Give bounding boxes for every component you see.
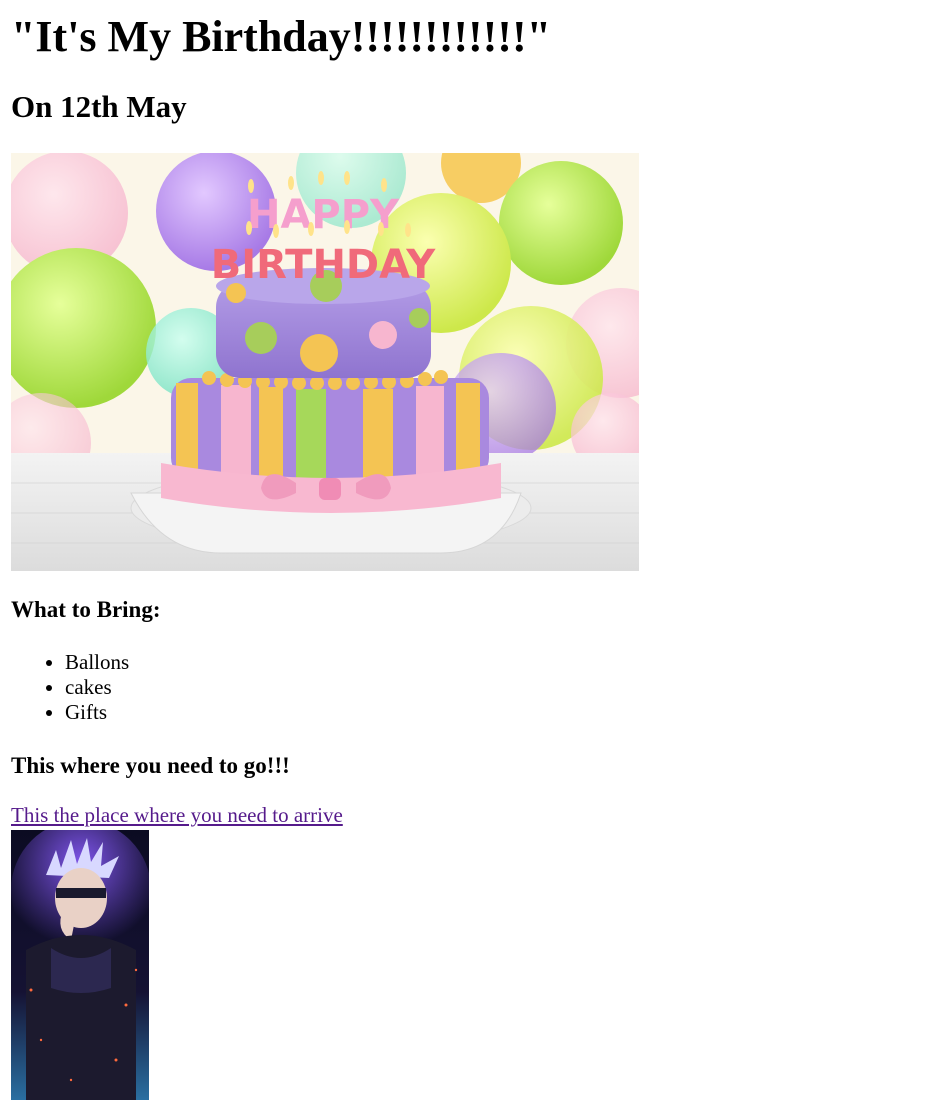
page-title: "It's My Birthday!!!!!!!!!!!!" [11,12,552,61]
event-date: On 12th May [11,89,187,124]
candle-text-bottom: BIRTHDAY [211,242,436,288]
anime-character-image [11,830,149,1100]
directions-heading: This where you need to go!!! [11,753,290,778]
candle-text-top: HAPPY [247,192,400,238]
list-item: Gifts [65,700,129,725]
list-item: Ballons [65,650,129,675]
birthday-cake-image: HAPPY BIRTHDAY [11,153,639,571]
location-link[interactable]: This the place where you need to arrive [11,803,343,828]
bring-heading: What to Bring: [11,597,161,622]
bring-list: Ballons cakes Gifts [11,650,129,725]
list-item: cakes [65,675,129,700]
